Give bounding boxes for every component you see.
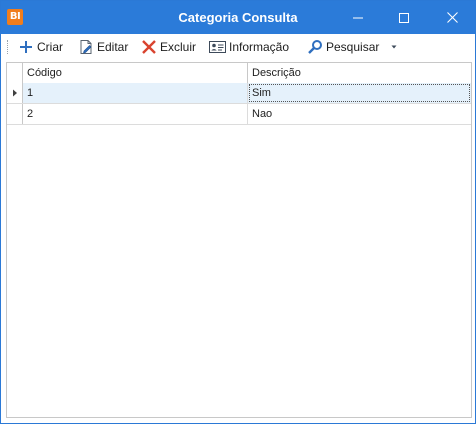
row-indicator-header xyxy=(7,63,23,83)
information-button[interactable]: Informação xyxy=(209,37,289,57)
title-bar[interactable]: BI Categoria Consulta xyxy=(1,1,475,34)
create-label: Criar xyxy=(37,40,63,54)
grid-header: Código Descrição xyxy=(7,63,471,84)
delete-button[interactable]: Excluir xyxy=(141,37,196,57)
cell-codigo[interactable]: 2 xyxy=(23,104,248,124)
current-row-arrow-icon xyxy=(12,89,17,97)
cell-descricao[interactable]: Nao xyxy=(248,104,471,124)
maximize-button[interactable] xyxy=(381,1,427,34)
close-button[interactable] xyxy=(429,1,475,34)
search-icon xyxy=(308,40,322,54)
table-row[interactable]: 1 Sim xyxy=(7,83,471,104)
minimize-icon xyxy=(353,17,363,18)
edit-button[interactable]: Editar xyxy=(78,37,128,57)
delete-x-icon xyxy=(142,40,156,54)
minimize-button[interactable] xyxy=(335,1,381,34)
information-label: Informação xyxy=(229,40,290,54)
grid-empty-area xyxy=(7,125,23,417)
delete-label: Excluir xyxy=(160,40,197,54)
row-indicator[interactable] xyxy=(7,83,23,103)
plus-icon xyxy=(20,41,32,53)
search-button[interactable]: Pesquisar xyxy=(307,37,379,57)
data-grid[interactable]: Código Descrição 1 Sim 2 Nao xyxy=(6,62,472,418)
edit-label: Editar xyxy=(97,40,129,54)
dropdown-arrow-icon xyxy=(391,45,397,49)
create-button[interactable]: Criar xyxy=(18,37,63,57)
row-indicator[interactable] xyxy=(7,104,23,124)
column-header-codigo[interactable]: Código xyxy=(23,63,248,83)
toolbar-grip[interactable] xyxy=(7,40,10,54)
info-card-icon xyxy=(209,41,226,53)
app-logo-icon: BI xyxy=(7,9,23,25)
cell-descricao[interactable]: Sim xyxy=(248,83,471,103)
maximize-icon xyxy=(399,12,409,23)
column-header-descricao[interactable]: Descrição xyxy=(248,63,471,83)
close-icon xyxy=(446,12,458,23)
toolbar-overflow-button[interactable] xyxy=(389,37,399,57)
edit-document-icon xyxy=(80,40,92,54)
app-window: BI Categoria Consulta Criar Editar Exclu… xyxy=(0,0,476,424)
search-label: Pesquisar xyxy=(326,40,380,54)
cell-codigo[interactable]: 1 xyxy=(23,83,248,103)
toolbar: Criar Editar Excluir Informação Pesquisa… xyxy=(1,34,475,60)
table-row[interactable]: 2 Nao xyxy=(7,104,471,125)
